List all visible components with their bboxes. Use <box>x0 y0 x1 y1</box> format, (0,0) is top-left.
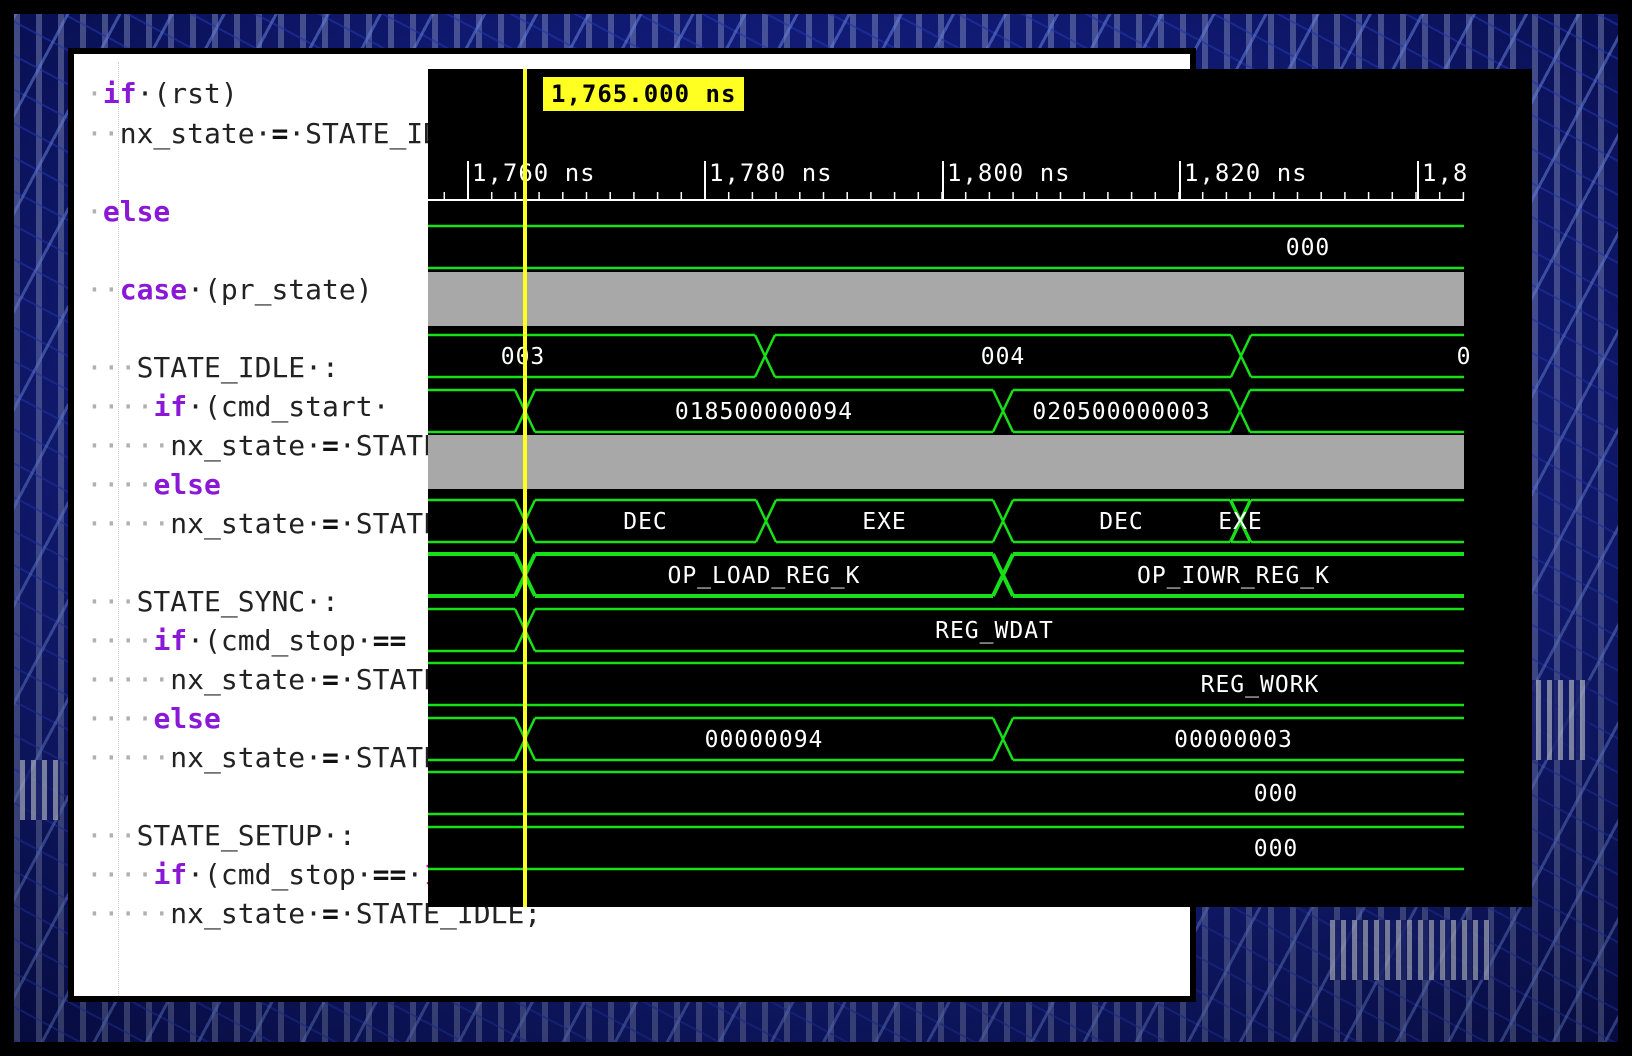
waveform-viewer[interactable]: 1,760 ns 1,780 ns 1,800 ns 1,820 ns 1,8 000 00… <box>428 69 1532 907</box>
bus-value-label: EXE <box>1218 509 1263 535</box>
bus-value-label: 020500000003 <box>1032 399 1210 425</box>
whitespace-marker: ···· <box>86 468 154 501</box>
signal-value-label: 000 <box>1254 836 1299 862</box>
code-line: ···STATE_SETUP·: <box>86 816 356 856</box>
bus-value-label: 0 <box>1457 344 1472 370</box>
signal-value-label: 000 <box>1254 781 1299 807</box>
ruler-label: 1,8 <box>1422 159 1468 187</box>
code-token: nx_state· <box>170 897 323 930</box>
code-token: ·(cmd_start· <box>187 390 390 423</box>
signal-row-undefined <box>428 272 1464 326</box>
whitespace-marker: ····· <box>86 663 171 696</box>
code-token: · <box>406 858 424 891</box>
whitespace-marker: · <box>86 195 103 228</box>
code-line: ····if·(cmd_start· <box>86 387 389 427</box>
code-keyword: if <box>102 77 137 110</box>
code-operator: = <box>322 741 339 774</box>
bus-value-label: 018500000094 <box>675 399 853 425</box>
code-token: nx_state· <box>119 117 272 150</box>
whitespace-marker: ···· <box>86 702 154 735</box>
bus-signal-trace <box>428 388 1464 434</box>
whitespace-marker: ···· <box>86 624 154 657</box>
whitespace-marker: ····· <box>86 897 171 930</box>
code-line: ···STATE_SYNC·: <box>86 582 339 622</box>
bus-value-label: REG_WDAT <box>935 618 1054 644</box>
code-operator: = <box>322 897 339 930</box>
code-token: ·(cmd_stop· <box>187 624 373 657</box>
ruler-label: 1,760 ns <box>472 159 596 187</box>
code-line: ·if·(rst) <box>86 74 238 114</box>
code-keyword: if <box>153 624 188 657</box>
code-token: ·(cmd_stop· <box>187 858 373 891</box>
code-token: STATE_SYNC·: <box>136 585 339 618</box>
whitespace-marker: ··· <box>86 585 137 618</box>
code-line: ···STATE_IDLE·: <box>86 348 339 388</box>
ruler-label: 1,820 ns <box>1184 159 1308 187</box>
whitespace-marker: ····· <box>86 507 171 540</box>
code-operator: = <box>322 507 339 540</box>
bus-value-label: OP_LOAD_REG_K <box>667 563 860 589</box>
code-line: ····if·(cmd_stop·== <box>86 621 406 661</box>
code-token: nx_state· <box>170 741 323 774</box>
code-keyword: if <box>153 390 188 423</box>
signal-row-undefined <box>428 435 1464 489</box>
bus-value-label: DEC <box>1099 509 1144 535</box>
code-token: ·(pr_state) <box>187 273 373 306</box>
code-keyword: if <box>153 858 188 891</box>
whitespace-marker: ····· <box>86 429 171 462</box>
bus-signal-trace <box>428 333 1464 379</box>
code-line: ··case·(pr_state) <box>86 270 373 310</box>
bus-signal-trace <box>428 498 1464 544</box>
signal-value-label: REG_WORK <box>1201 672 1320 698</box>
whitespace-marker: ··· <box>86 819 137 852</box>
code-token: ·(rst) <box>136 77 238 110</box>
bus-value-label: 004 <box>981 344 1026 370</box>
code-token: STATE_SETUP·: <box>136 819 356 852</box>
code-line: ····else <box>86 699 221 739</box>
code-operator: = <box>322 663 339 696</box>
bus-signal-trace <box>428 716 1464 762</box>
code-operator: = <box>271 117 289 150</box>
code-operator: == <box>372 858 407 891</box>
code-operator: == <box>372 624 407 657</box>
cursor-time-label: 1,765.000 ns <box>543 77 745 111</box>
bus-value-label: 00000003 <box>1174 727 1293 753</box>
code-line: ·else <box>86 192 170 232</box>
whitespace-marker: ··· <box>86 351 137 384</box>
code-keyword: else <box>153 468 221 501</box>
whitespace-marker: ···· <box>86 390 154 423</box>
whitespace-marker: · <box>86 77 103 110</box>
code-keyword: else <box>153 702 221 735</box>
bus-value-label: DEC <box>623 509 668 535</box>
whitespace-marker: ···· <box>86 858 154 891</box>
signal-value-label: 000 <box>1286 235 1331 261</box>
code-token: nx_state· <box>170 663 323 696</box>
bus-value-label: OP_IOWR_REG_K <box>1137 563 1330 589</box>
code-token: nx_state· <box>170 507 323 540</box>
code-line: ····else <box>86 465 221 505</box>
ruler-label: 1,800 ns <box>947 159 1071 187</box>
code-token: nx_state· <box>170 429 323 462</box>
code-keyword: case <box>119 273 188 306</box>
waveform-canvas[interactable]: 1,760 ns 1,780 ns 1,800 ns 1,820 ns 1,800000… <box>428 69 1532 907</box>
whitespace-marker: ·· <box>86 273 120 306</box>
code-operator: = <box>322 429 339 462</box>
bus-value-label: 00000094 <box>705 727 824 753</box>
whitespace-marker: ·· <box>86 117 120 150</box>
ruler-label: 1,780 ns <box>709 159 833 187</box>
whitespace-marker: ····· <box>86 741 171 774</box>
code-token: STATE_IDLE·: <box>136 351 339 384</box>
bus-value-label: EXE <box>862 509 907 535</box>
code-keyword: else <box>102 195 171 228</box>
